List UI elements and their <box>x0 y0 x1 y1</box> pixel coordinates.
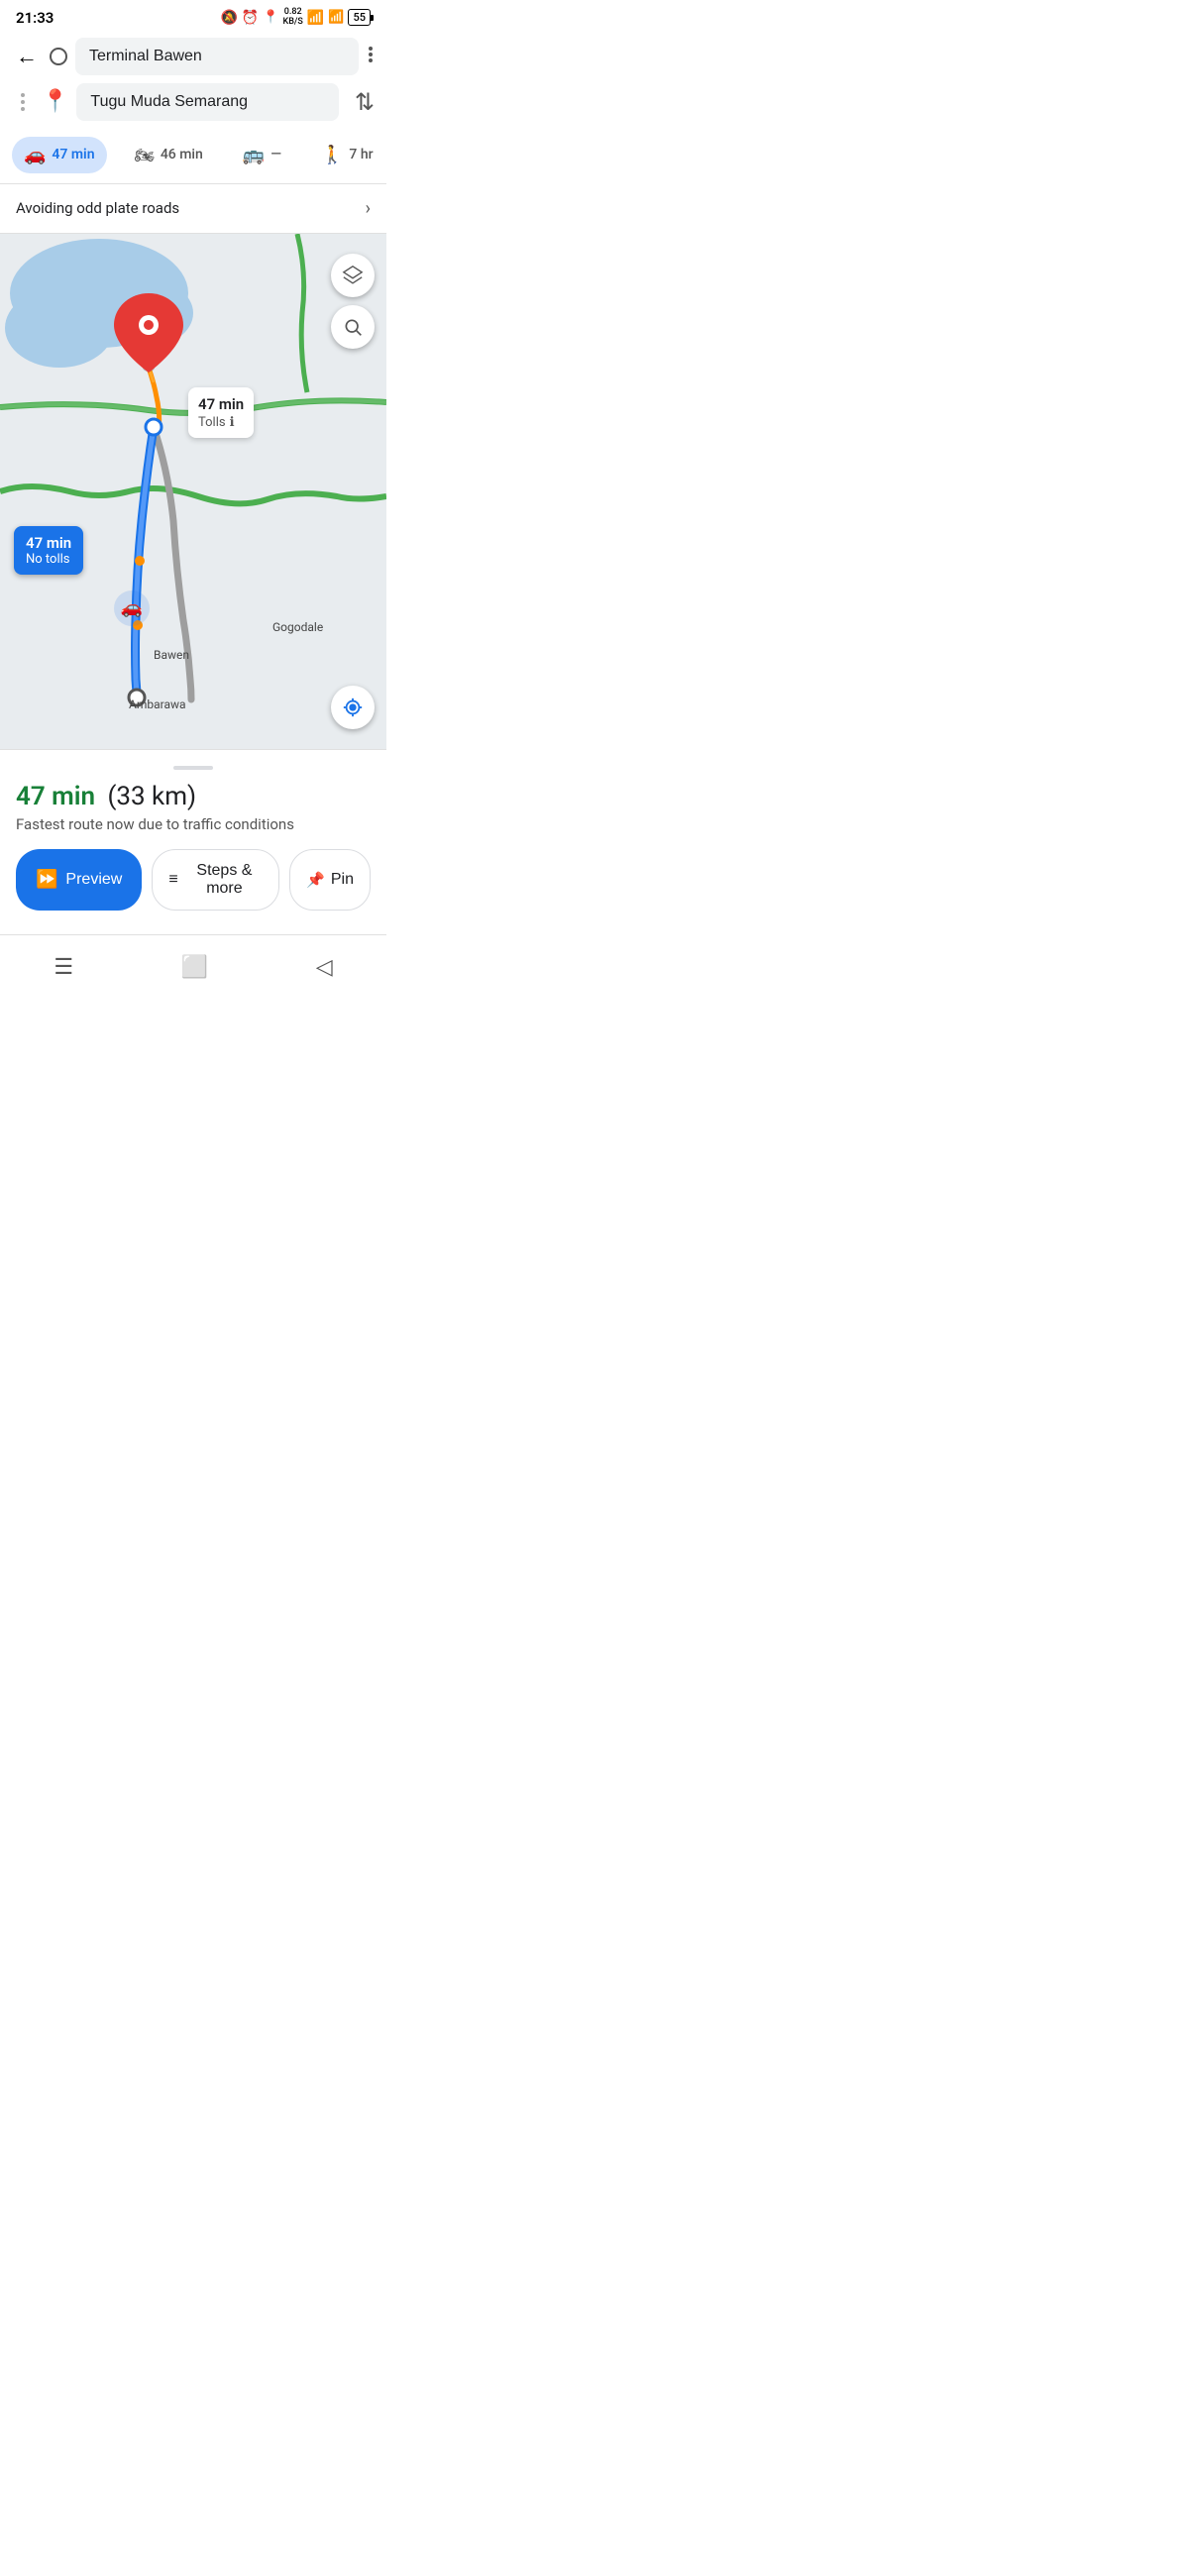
navigation-bar: ☰ ⬜ ◁ <box>0 934 386 1008</box>
destination-input[interactable] <box>76 83 338 121</box>
pin-button[interactable]: 📌 Pin <box>289 849 371 911</box>
origin-row: ← <box>12 38 375 75</box>
nav-back-button[interactable]: ◁ <box>308 947 341 988</box>
battery-indicator: 55 <box>348 9 371 26</box>
map-search-button[interactable] <box>331 305 375 349</box>
my-location-button[interactable] <box>331 686 375 729</box>
origin-input[interactable] <box>75 38 359 75</box>
origin-dot-icon <box>50 48 67 65</box>
pin-label: Pin <box>331 871 354 889</box>
bottom-info-panel: 47 min (33 km) Fastest route now due to … <box>0 749 386 934</box>
map-svg <box>0 234 386 749</box>
wifi-icon: 📶 <box>307 10 324 26</box>
back-button[interactable]: ← <box>12 40 42 73</box>
route-options-label: Avoiding odd plate roads <box>16 199 179 217</box>
steps-label: Steps & more <box>186 862 264 898</box>
place-bawen: Bawen <box>154 648 189 662</box>
dest-section: 📍 ⇅ <box>12 83 375 121</box>
preview-label: Preview <box>65 871 122 889</box>
nav-home-button[interactable]: ⬜ <box>173 947 216 988</box>
status-bar: 21:33 🔕 ⏰ 📍 0.82KB/S 📶 📶 55 <box>0 0 386 32</box>
chevron-right-icon: › <box>366 198 371 219</box>
notolls-route-time: 47 min <box>26 534 71 552</box>
nav-menu-button[interactable]: ☰ <box>46 947 81 988</box>
alarm-icon: ⏰ <box>242 10 259 26</box>
walk-icon: 🚶 <box>321 145 343 165</box>
route-options-bar[interactable]: Avoiding odd plate roads › <box>0 184 386 234</box>
tab-transit[interactable]: 🚌 — <box>231 137 293 173</box>
status-icons: 🔕 ⏰ 📍 0.82KB/S 📶 📶 55 <box>220 8 371 28</box>
motorcycle-icon: 🏍 <box>135 146 155 164</box>
layers-button[interactable] <box>331 254 375 297</box>
tolls-label: Tolls <box>198 415 226 430</box>
header: ← 📍 ⇅ <box>0 32 386 127</box>
tab-walk[interactable]: 🚶 7 hr <box>309 137 385 173</box>
destination-pin-icon: 📍 <box>42 89 68 114</box>
action-buttons: ⏩ Preview ≡ Steps & more 📌 Pin <box>16 849 371 911</box>
tolls-route-time: 47 min <box>198 395 244 413</box>
route-distance: (33 km) <box>107 782 196 811</box>
route-label-tolls[interactable]: 47 min Tolls ℹ <box>188 387 254 438</box>
steps-icon: ≡ <box>168 871 177 889</box>
signal-icon: 📶 <box>328 10 344 25</box>
route-time-green: 47 min <box>16 782 95 811</box>
car-tab-label: 47 min <box>52 147 94 162</box>
map-area[interactable]: 47 min Tolls ℹ 47 min No tolls 🚗 Bawen G… <box>0 234 386 749</box>
location-status-icon: 📍 <box>263 10 278 25</box>
tab-motorcycle[interactable]: 🏍 46 min <box>123 138 215 172</box>
more-menu-button[interactable] <box>367 43 375 70</box>
network-speed: 0.82KB/S <box>283 8 303 28</box>
walk-tab-label: 7 hr <box>349 147 373 162</box>
pin-icon: 📌 <box>306 871 325 889</box>
status-time: 21:33 <box>16 9 54 27</box>
car-position-icon: 🚗 <box>114 590 150 626</box>
destination-row: 📍 ⇅ <box>42 83 375 121</box>
drag-handle <box>173 766 213 770</box>
mute-icon: 🔕 <box>220 10 237 26</box>
moto-tab-label: 46 min <box>161 147 203 162</box>
car-marker-icon: 🚗 <box>121 597 143 618</box>
transit-tab-label: — <box>270 147 281 162</box>
steps-more-button[interactable]: ≡ Steps & more <box>152 849 279 911</box>
notolls-label: No tolls <box>26 552 71 567</box>
swap-button[interactable]: ⇅ <box>355 88 375 116</box>
tab-car[interactable]: 🚗 47 min <box>12 137 107 173</box>
connector-dots <box>21 91 25 113</box>
transport-tabs: 🚗 47 min 🏍 46 min 🚌 — 🚶 7 hr 🚲 <box>0 127 386 184</box>
route-summary-title: 47 min (33 km) <box>16 782 371 811</box>
route-label-notolls[interactable]: 47 min No tolls <box>14 526 83 575</box>
car-icon: 🚗 <box>24 145 46 165</box>
transit-icon: 🚌 <box>243 145 265 165</box>
route-subtitle: Fastest route now due to traffic conditi… <box>16 815 371 833</box>
preview-button[interactable]: ⏩ Preview <box>16 849 142 911</box>
tolls-row: Tolls ℹ <box>198 415 244 430</box>
preview-icon: ⏩ <box>36 869 57 890</box>
place-gogodale: Gogodale <box>272 620 323 634</box>
place-ambarawa: Ambarawa <box>129 698 186 711</box>
tolls-info-icon: ℹ <box>230 415 235 430</box>
